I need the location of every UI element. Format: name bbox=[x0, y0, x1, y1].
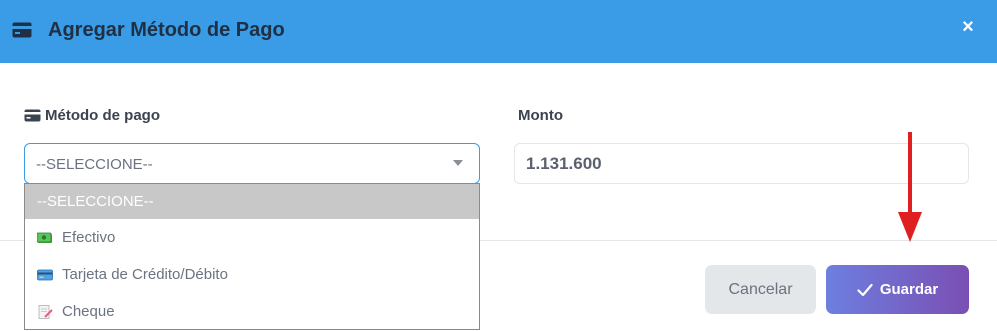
dropdown-option-label: --SELECCIONE-- bbox=[37, 193, 154, 210]
dropdown-option-tarjeta[interactable]: Tarjeta de Crédito/Débito bbox=[25, 256, 479, 293]
dropdown-option-efectivo[interactable]: Efectivo bbox=[25, 219, 479, 256]
cancel-button-label: Cancelar bbox=[728, 280, 793, 298]
save-button[interactable]: Guardar bbox=[826, 265, 969, 314]
payment-method-label-text: Método de pago bbox=[45, 107, 160, 124]
amount-label-text: Monto bbox=[518, 107, 563, 124]
red-arrow-annotation bbox=[898, 132, 922, 242]
dropdown-option-cheque[interactable]: Cheque bbox=[25, 293, 479, 330]
credit-card-icon bbox=[12, 22, 32, 38]
dropdown-option-seleccione[interactable]: --SELECCIONE-- bbox=[25, 184, 479, 219]
check-icon bbox=[857, 283, 873, 296]
dropdown-option-label: Efectivo bbox=[62, 229, 116, 246]
payment-method-label: Método de pago bbox=[24, 107, 160, 124]
amount-label: Monto bbox=[518, 107, 563, 124]
payment-method-select[interactable]: --SELECCIONE-- bbox=[24, 143, 480, 184]
cancel-button[interactable]: Cancelar bbox=[705, 265, 816, 314]
save-button-label: Guardar bbox=[879, 281, 939, 298]
money-icon bbox=[37, 232, 52, 243]
dropdown-option-label: Tarjeta de Crédito/Débito bbox=[62, 266, 228, 283]
credit-card-icon bbox=[24, 109, 41, 122]
dropdown-option-label: Cheque bbox=[62, 303, 115, 320]
memo-icon bbox=[38, 304, 53, 319]
credit-card-icon bbox=[37, 269, 53, 280]
close-button[interactable]: × bbox=[958, 16, 978, 38]
payment-method-dropdown: --SELECCIONE-- Efectivo Tarjeta de Crédi… bbox=[24, 183, 480, 330]
amount-input-value: 1.131.600 bbox=[526, 154, 602, 173]
chevron-down-icon bbox=[453, 160, 463, 166]
modal-title: Agregar Método de Pago bbox=[48, 19, 285, 41]
modal-header: Agregar Método de Pago × bbox=[0, 0, 997, 63]
payment-method-select-value: --SELECCIONE-- bbox=[36, 156, 153, 173]
